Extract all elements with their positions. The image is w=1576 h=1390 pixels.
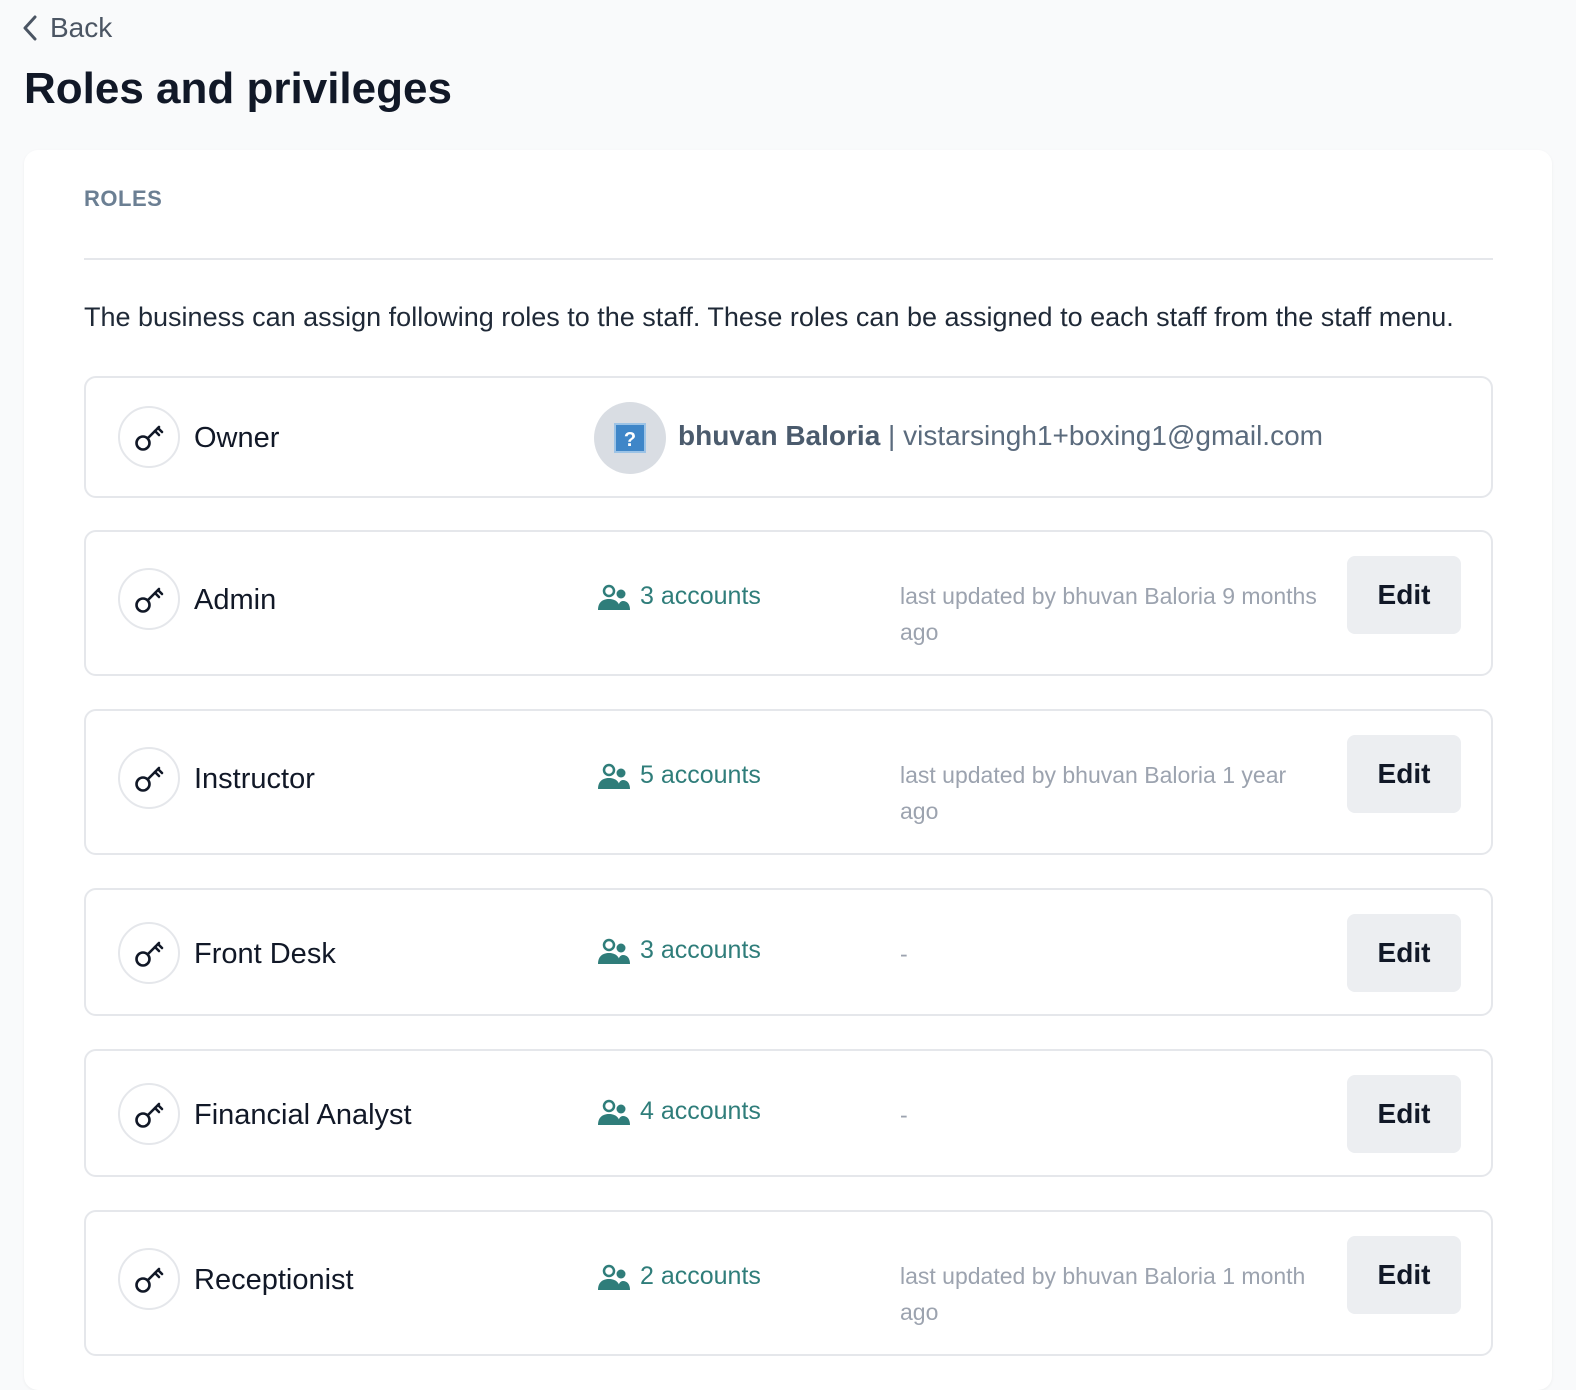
role-row: Receptionist 2 accounts last updated by … — [84, 1210, 1493, 1356]
owner-separator: | — [888, 420, 896, 451]
owner-email: vistarsingh1+boxing1@gmail.com — [903, 420, 1323, 451]
key-icon — [118, 406, 180, 468]
role-row-owner: Owner ? bhuvan Baloria | vistarsingh1+bo… — [84, 376, 1493, 498]
accounts-count: 4 accounts — [640, 1097, 761, 1125]
key-icon — [118, 1248, 180, 1310]
last-updated: - — [900, 1102, 908, 1128]
edit-button[interactable]: Edit — [1347, 1075, 1461, 1153]
accounts-link[interactable]: 5 accounts — [596, 761, 761, 790]
role-name: Front Desk — [194, 938, 336, 970]
key-icon — [118, 747, 180, 809]
role-row: Instructor 5 accounts last updated by bh… — [84, 709, 1493, 855]
role-name: Owner — [194, 422, 280, 454]
users-icon — [598, 938, 630, 964]
divider — [84, 258, 1493, 260]
role-row: Financial Analyst 4 accounts - Edit — [84, 1049, 1493, 1177]
role-name: Receptionist — [194, 1264, 354, 1296]
accounts-link[interactable]: 2 accounts — [596, 1262, 761, 1291]
users-icon — [598, 584, 630, 610]
key-icon — [118, 1083, 180, 1145]
chevron-left-icon — [23, 15, 37, 41]
role-row: Front Desk 3 accounts - Edit — [84, 888, 1493, 1016]
role-name: Financial Analyst — [194, 1099, 412, 1131]
key-icon — [118, 568, 180, 630]
question-icon: ? — [614, 423, 646, 453]
edit-button[interactable]: Edit — [1347, 556, 1461, 634]
section-label: ROLES — [84, 186, 163, 211]
role-name: Instructor — [194, 763, 315, 795]
back-link[interactable]: Back — [22, 12, 112, 44]
owner-info: bhuvan Baloria | vistarsingh1+boxing1@gm… — [678, 420, 1323, 452]
role-name: Admin — [194, 584, 277, 616]
svg-text:?: ? — [624, 429, 636, 451]
edit-button[interactable]: Edit — [1347, 914, 1461, 992]
edit-button[interactable]: Edit — [1347, 735, 1461, 813]
accounts-count: 3 accounts — [640, 936, 761, 964]
accounts-count: 3 accounts — [640, 582, 761, 610]
users-icon — [598, 1264, 630, 1290]
last-updated: last updated by bhuvan Baloria 1 month a… — [900, 1263, 1306, 1325]
accounts-link[interactable]: 3 accounts — [596, 936, 761, 965]
owner-name: bhuvan Baloria — [678, 420, 881, 451]
avatar: ? — [594, 402, 666, 474]
page-title: Roles and privileges — [24, 64, 452, 113]
accounts-link[interactable]: 3 accounts — [596, 582, 761, 611]
edit-button[interactable]: Edit — [1347, 1236, 1461, 1314]
last-updated: - — [900, 941, 908, 967]
users-icon — [598, 1099, 630, 1125]
accounts-count: 2 accounts — [640, 1262, 761, 1290]
key-icon — [118, 922, 180, 984]
accounts-count: 5 accounts — [640, 761, 761, 789]
users-icon — [598, 763, 630, 789]
last-updated: last updated by bhuvan Baloria 1 year ag… — [900, 762, 1287, 824]
last-updated: last updated by bhuvan Baloria 9 months … — [900, 583, 1317, 645]
roles-card: ROLES The business can assign following … — [24, 150, 1552, 1390]
back-label: Back — [50, 12, 113, 43]
accounts-link[interactable]: 4 accounts — [596, 1097, 761, 1126]
role-row: Admin 3 accounts last updated by bhuvan … — [84, 530, 1493, 676]
roles-description: The business can assign following roles … — [84, 302, 1454, 332]
